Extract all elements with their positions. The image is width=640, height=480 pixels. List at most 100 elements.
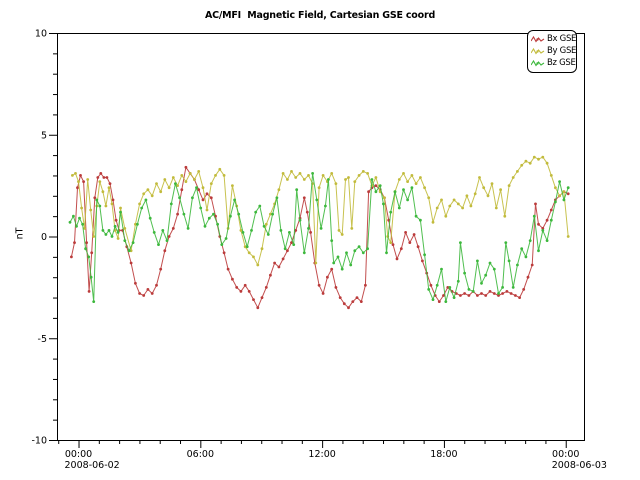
x-tick-label: 00:00 [552,449,579,460]
series-marker-bx [138,292,141,295]
series-marker-by [389,241,392,244]
series-marker-bx [106,176,109,179]
series-marker-by [402,172,405,175]
series-marker-bz [276,196,279,199]
series-marker-bz [90,276,93,279]
series-marker-by [210,182,213,185]
y-tick-label: -10 [31,436,47,447]
magnetic-field-chart: AC/MFI Magnetic Field, Cartesian GSE coo… [0,0,640,480]
series-marker-by [423,186,426,189]
series-marker-by [223,174,226,177]
series-marker-bx [206,192,209,195]
series-marker-bx [514,294,517,297]
series-marker-by [487,194,490,197]
series-marker-bz [136,223,139,226]
series-marker-bx [286,249,289,252]
series-marker-by [512,176,515,179]
series-marker-bx [93,196,96,199]
series-marker-by [398,178,401,181]
series-marker-bx [202,199,205,202]
series-marker-bz [476,260,479,263]
series-marker-by [290,170,293,173]
series-marker-bz [508,260,511,263]
series-marker-bz [117,231,120,234]
series-marker-bx [109,182,112,185]
series-marker-by [147,188,150,191]
series-marker-by [415,182,418,185]
series-marker-bz [398,207,401,210]
series-marker-bz [108,229,111,232]
series-marker-bz [457,280,460,283]
series-marker-bz [157,243,160,246]
series-marker-bx [330,268,333,271]
series-marker-bx [130,262,133,265]
series-marker-bz [292,243,295,246]
series-marker-bx [231,278,234,281]
series-marker-bz [195,186,198,189]
series-marker-by [563,190,566,193]
series-marker-bz [406,199,409,202]
series-marker-by [123,227,126,230]
series-marker-bz [250,229,253,232]
series-marker-bx [484,294,487,297]
legend-label-bx: Bx GSE [547,34,576,44]
series-marker-bx [343,302,346,305]
legend-label-bz: Bz GSE [547,58,576,68]
series-marker-bz [199,207,202,210]
series-marker-bx [306,211,309,214]
series-marker-bz [78,217,81,220]
series-marker-bx [147,288,150,291]
series-marker-by [550,174,553,177]
series-marker-by [231,184,234,187]
series-marker-by [303,178,306,181]
series-marker-bx [90,251,93,254]
series-marker-by [482,186,485,189]
series-marker-bx [335,286,338,289]
series-marker-bz [225,237,228,240]
series-marker-bx [367,190,370,193]
series-marker-bz [448,286,451,289]
series-marker-by [77,180,80,183]
series-marker-by [189,172,192,175]
series-marker-bz [288,231,291,234]
series-marker-by [151,194,154,197]
series-marker-bx [480,292,483,295]
series-marker-bz [453,296,456,299]
series-marker-by [461,207,464,210]
x-tick-label: 18:00 [430,449,457,460]
legend-label-by: By GSE [547,46,576,56]
series-marker-by [142,192,145,195]
y-tick-label: 0 [41,232,47,243]
series-marker-bz [220,243,223,246]
series-marker-bz [75,225,78,228]
series-marker-by [202,186,205,189]
series-marker-bz [315,199,318,202]
x-tick-label: 12:00 [308,449,335,460]
series-marker-bz [280,229,283,232]
series-marker-by [318,186,321,189]
series-marker-by [541,156,544,159]
series-marker-bz [558,180,561,183]
series-marker-bz [145,199,148,202]
series-marker-by [74,172,77,175]
series-marker-bx [235,286,238,289]
series-marker-by [314,262,317,265]
series-marker-bz [563,199,566,202]
series-marker-bx [197,188,200,191]
legend-entry-bx: Bx GSE [531,33,576,45]
y-tick-label: 10 [35,29,47,40]
series-marker-bx [396,258,399,261]
series-marker-by [466,194,469,197]
series-marker-bz [411,186,414,189]
series-marker-by [155,182,158,185]
series-marker-bx [546,219,549,222]
series-marker-bz [95,199,98,202]
series-marker-bz [436,284,439,287]
series-marker-bz [72,215,75,218]
series-marker-bz [324,205,327,208]
series-marker-bz [349,264,352,267]
series-marker-bx [375,184,378,187]
series-marker-by [347,176,350,179]
series-marker-bx [501,292,504,295]
series-marker-by [89,209,92,212]
